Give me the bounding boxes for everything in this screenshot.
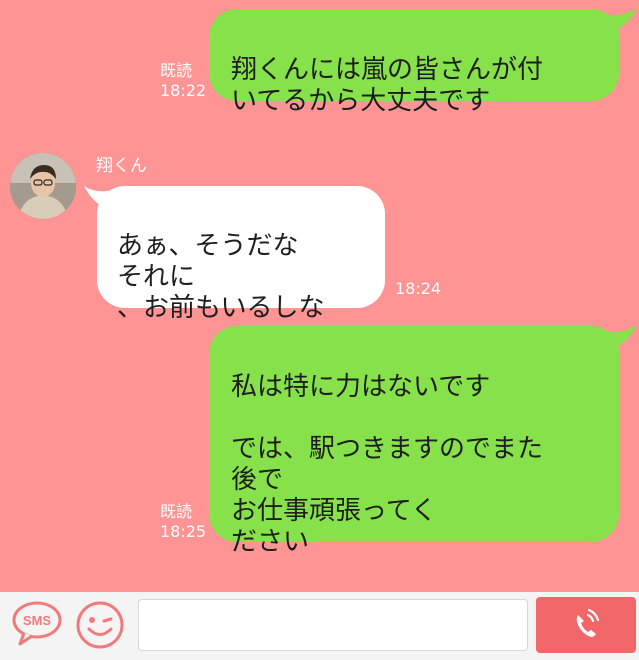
message-text: 私は特に力はないです では、駅つきますのでまた 後で お仕事頑張ってく ださい: [231, 372, 544, 557]
sms-button[interactable]: SMS: [10, 600, 64, 648]
read-receipt: 既読 18:22: [160, 61, 206, 101]
chat-area: 既読 18:22 翔くんには嵐の皆さんが付 いてるから大丈夫です 翔くん あぁ、…: [0, 0, 639, 592]
message-time: 18:24: [395, 279, 442, 298]
read-label: 既読: [160, 502, 193, 521]
sms-label: SMS: [23, 613, 52, 628]
bubble-tail: [604, 325, 637, 351]
sender-name: 翔くん: [96, 156, 147, 176]
read-receipt: 既読 18:25: [160, 502, 206, 542]
read-label: 既読: [160, 61, 193, 80]
outgoing-message-bubble[interactable]: 翔くんには嵐の皆さんが付 いてるから大丈夫です: [209, 9, 619, 116]
avatar-image: [10, 153, 76, 219]
message-input[interactable]: [138, 599, 528, 651]
message-text: 翔くんには嵐の皆さんが付 いてるから大丈夫です: [231, 55, 544, 116]
incoming-message-bubble[interactable]: あぁ、そうだな それに 、お前もいるしな: [97, 186, 385, 323]
message-input-bar: SMS: [0, 592, 639, 660]
bubble-tail: [604, 8, 637, 34]
sms-icon: SMS: [12, 601, 62, 646]
message-text: あぁ、そうだな それに 、お前もいるしな: [117, 231, 325, 323]
message-time: 18:22: [160, 81, 207, 100]
outgoing-message-bubble[interactable]: 私は特に力はないです では、駅つきますのでまた 後で お仕事頑張ってく ださい: [209, 326, 619, 557]
smiley-icon: [76, 601, 124, 649]
message-time: 18:25: [160, 522, 207, 541]
sticker-button[interactable]: [74, 599, 126, 651]
call-button[interactable]: [536, 597, 636, 653]
avatar[interactable]: [10, 153, 76, 219]
phone-icon: [576, 608, 600, 637]
